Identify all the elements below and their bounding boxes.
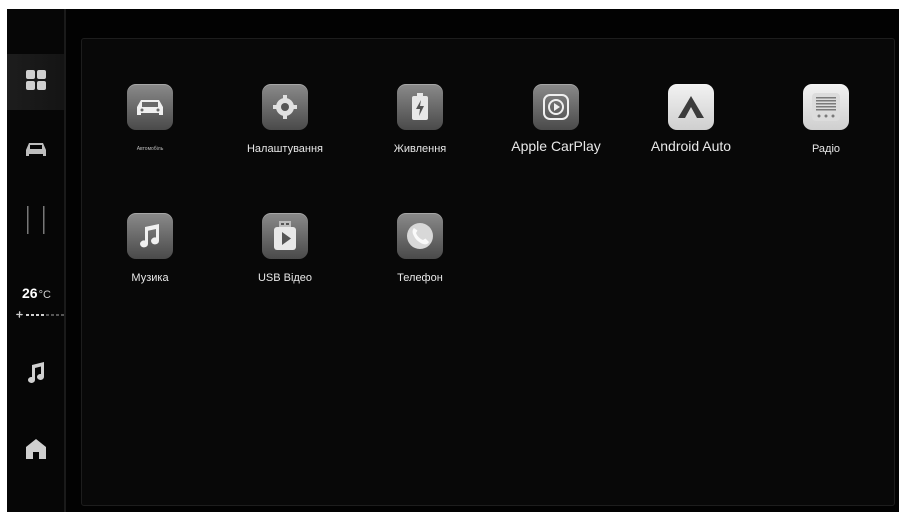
- phone-icon: [397, 213, 443, 259]
- home-icon: [25, 438, 46, 464]
- fan-level-segment: [26, 314, 29, 316]
- app-label: Android Auto: [650, 138, 732, 154]
- sidebar-item-music[interactable]: [7, 347, 64, 403]
- temperature-unit: °C: [38, 289, 51, 301]
- sidebar-item-vehicle[interactable]: [7, 123, 64, 179]
- temperature-readout: 26°C: [22, 285, 51, 301]
- app-apple-carplay[interactable]: Apple CarPlay: [488, 84, 624, 155]
- app-label: Телефон: [397, 272, 443, 284]
- fan-level-segment: [46, 314, 49, 316]
- car-icon: [25, 140, 47, 163]
- music-note-icon: [26, 361, 46, 389]
- gear-icon: [262, 84, 308, 130]
- android-auto-icon: [668, 84, 714, 130]
- app-label: Автомобіль: [136, 146, 164, 152]
- app-power[interactable]: Живлення: [352, 84, 488, 156]
- fan-level-segment: [31, 314, 34, 316]
- sidebar-item-home[interactable]: [7, 423, 64, 479]
- app-label: Живлення: [393, 143, 447, 155]
- app-music[interactable]: Музика: [82, 213, 218, 285]
- carplay-icon: [533, 84, 579, 130]
- app-label: Налаштування: [246, 143, 324, 155]
- sidebar-item-split-view[interactable]: [7, 194, 64, 250]
- app-label: USB Відео: [257, 272, 313, 284]
- fan-icon: [15, 306, 24, 324]
- app-settings[interactable]: Налаштування: [217, 84, 353, 156]
- app-label: Apple CarPlay: [511, 138, 601, 154]
- app-launcher-panel: Автомобіль Налаштування Живлення Apple C…: [81, 38, 895, 506]
- app-label: Музика: [131, 272, 169, 284]
- fan-level-segment: [56, 314, 59, 316]
- sidebar-divider: [64, 9, 66, 512]
- fan-level-segment: [51, 314, 54, 316]
- split-icon: [24, 205, 48, 239]
- app-android-auto[interactable]: Android Auto: [623, 84, 759, 155]
- app-usb-video[interactable]: USB Відео: [217, 213, 353, 285]
- app-radio[interactable]: Радіо: [758, 84, 894, 156]
- car-icon: [127, 84, 173, 130]
- battery-icon: [397, 84, 443, 130]
- temperature-value: 26: [22, 285, 38, 301]
- sidebar: 26°C: [7, 9, 64, 512]
- fan-level-segment: [36, 314, 39, 316]
- usb-video-icon: [262, 213, 308, 259]
- app-label: Радіо: [811, 143, 841, 155]
- radio-icon: [803, 84, 849, 130]
- grid-icon: [25, 69, 46, 95]
- fan-level-segment: [41, 314, 44, 316]
- fan-speed-indicator: [15, 306, 64, 324]
- music-note-icon: [127, 213, 173, 259]
- head-unit-screen: 26°C Автомобіль Налаштування Живлення Ap…: [7, 9, 899, 512]
- sidebar-item-apps[interactable]: [7, 54, 64, 110]
- app-phone[interactable]: Телефон: [352, 213, 488, 285]
- app-car[interactable]: Автомобіль: [82, 84, 218, 156]
